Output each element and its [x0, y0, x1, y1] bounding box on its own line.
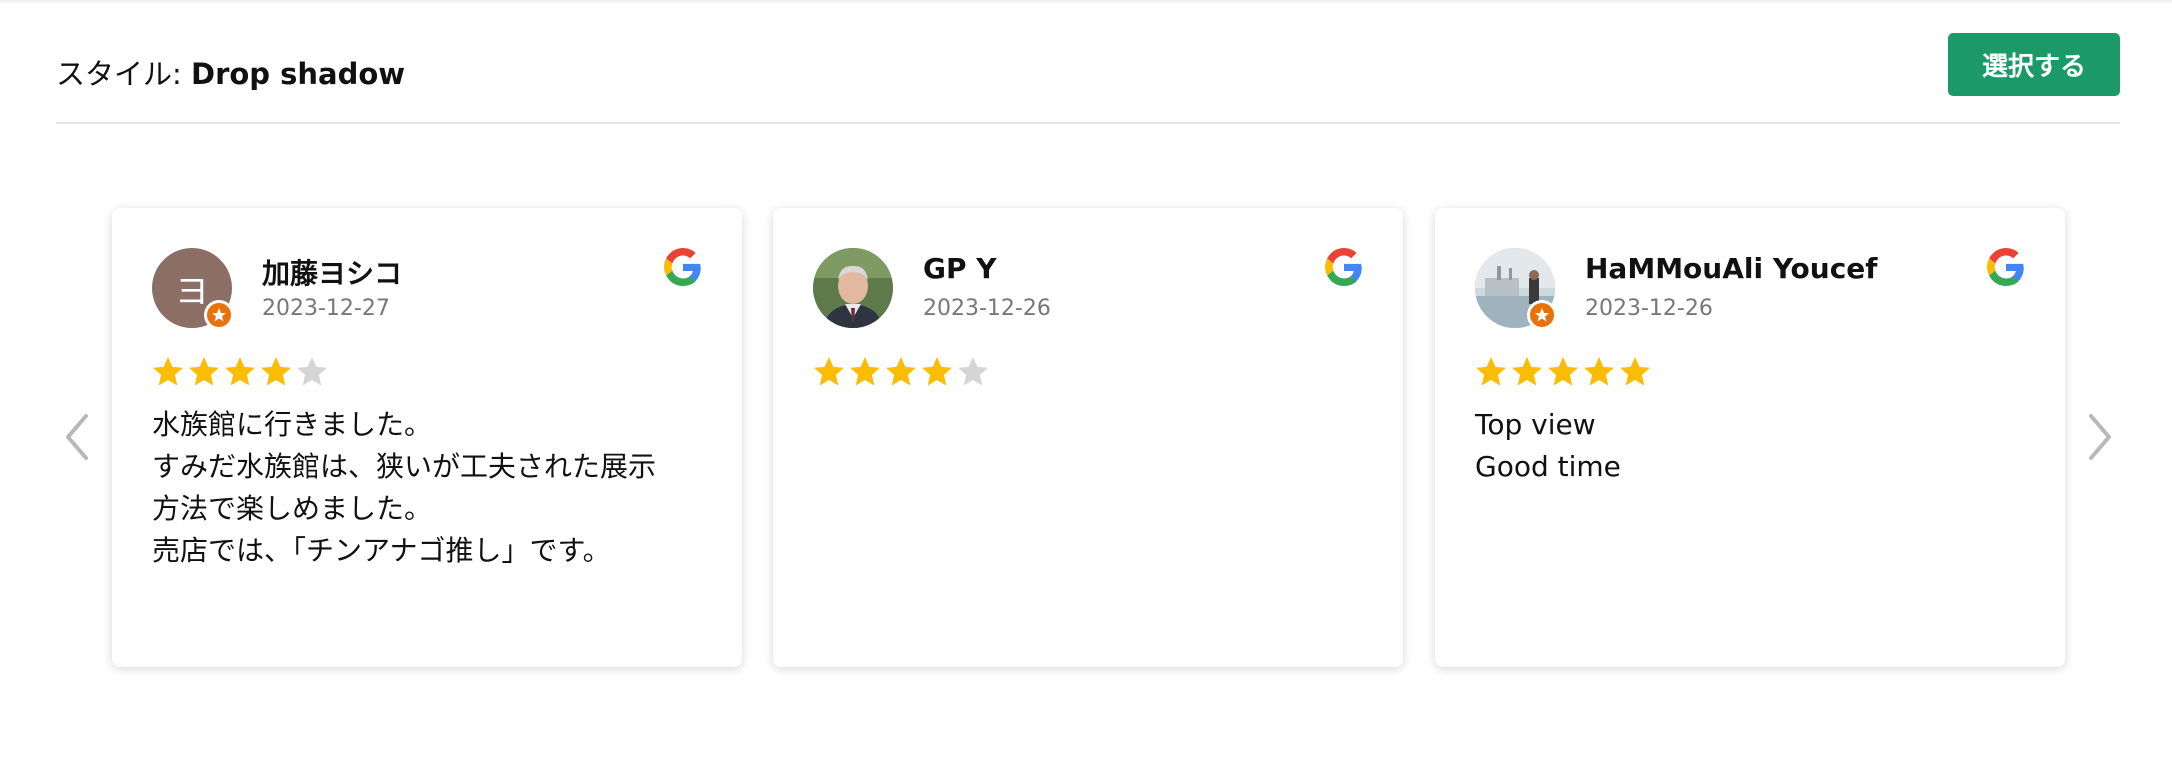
review-card: ヨ 加藤ヨシコ 2023-12-27 水族館に行きました。 すみだ水族館は、狭い…: [112, 208, 742, 667]
review-line: 水族館に行きました。: [152, 408, 433, 441]
avatar: [813, 248, 893, 328]
star-filled-icon: [1581, 354, 1617, 390]
style-prefix: スタイル:: [56, 57, 191, 91]
style-label: スタイル: Drop shadow: [56, 54, 405, 94]
google-icon: [1325, 248, 1363, 286]
star-rating: [1473, 354, 1653, 392]
chevron-left-icon[interactable]: [62, 412, 92, 462]
star-filled-icon: [150, 354, 186, 390]
avatar: [1475, 248, 1557, 330]
star-empty-icon: [294, 354, 330, 390]
review-line: Top view: [1475, 408, 1596, 441]
star-filled-icon: [258, 354, 294, 390]
avatar: ヨ: [152, 248, 234, 330]
google-icon: [1987, 248, 2025, 286]
review-text: 水族館に行きました。 すみだ水族館は、狭いが工夫された展示 方法で楽しめました。…: [152, 404, 712, 572]
local-guide-badge-icon: [1527, 300, 1557, 330]
star-filled-icon: [1617, 354, 1653, 390]
star-filled-icon: [222, 354, 258, 390]
star-filled-icon: [1473, 354, 1509, 390]
star-rating: [150, 354, 330, 392]
review-card: GP Y 2023-12-26: [773, 208, 1403, 667]
google-icon: [664, 248, 702, 286]
review-line: 方法で楽しめました。: [152, 492, 433, 525]
review-text: Top view Good time: [1475, 404, 2035, 488]
star-filled-icon: [919, 354, 955, 390]
divider: [56, 122, 2120, 124]
author-name: 加藤ヨシコ: [262, 257, 403, 290]
star-empty-icon: [955, 354, 991, 390]
review-line: すみだ水族館は、狭いが工夫された展示: [152, 450, 657, 483]
review-date: 2023-12-26: [1585, 296, 1713, 321]
review-date: 2023-12-27: [262, 296, 390, 321]
star-filled-icon: [1509, 354, 1545, 390]
star-filled-icon: [186, 354, 222, 390]
review-line: 売店では、「チンアナゴ推し」です。: [152, 534, 611, 567]
avatar-photo: [813, 248, 893, 328]
star-filled-icon: [847, 354, 883, 390]
select-button[interactable]: 選択する: [1948, 33, 2120, 96]
author-name: GP Y: [923, 252, 997, 285]
local-guide-badge-icon: [204, 300, 234, 330]
style-header: スタイル: Drop shadow 選択する: [56, 32, 2120, 122]
star-filled-icon: [883, 354, 919, 390]
style-name: Drop shadow: [191, 57, 406, 91]
review-line: Good time: [1475, 450, 1621, 483]
review-date: 2023-12-26: [923, 296, 1051, 321]
review-style-preview: スタイル: Drop shadow 選択する ヨ 加藤ヨシコ 2023-12-2…: [0, 0, 2172, 771]
author-name: HaMMouAli Youcef: [1585, 252, 1878, 285]
star-filled-icon: [811, 354, 847, 390]
review-card: HaMMouAli Youcef 2023-12-26 Top view Goo…: [1435, 208, 2065, 667]
top-border: [0, 0, 2172, 3]
star-rating: [811, 354, 991, 392]
star-filled-icon: [1545, 354, 1581, 390]
chevron-right-icon[interactable]: [2085, 412, 2115, 462]
